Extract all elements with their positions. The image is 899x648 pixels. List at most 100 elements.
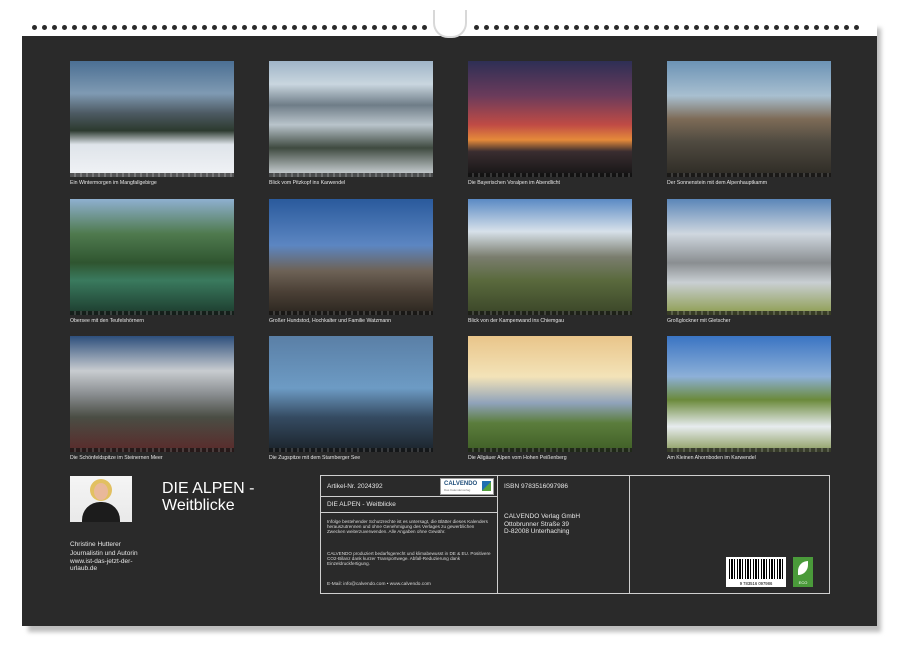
brand-name: CALVENDO (444, 481, 477, 487)
binding-hole (192, 25, 197, 30)
barcode: 9 783516 097986 (726, 557, 786, 587)
publisher-line: D-82008 Unterhaching (504, 528, 580, 536)
binding-hole (514, 25, 519, 30)
photo-tile[interactable]: Die Schönfeldspitze im Steinernen Meer (70, 336, 234, 461)
photo-image (70, 336, 234, 452)
binding-hole (744, 25, 749, 30)
calendar-back-sheet: Ein Wintermorgen im Mangfallgebirge Blic… (22, 20, 877, 626)
binding-hole (102, 25, 107, 30)
photo-caption: Ein Wintermorgen im Mangfallgebirge (70, 180, 234, 186)
binding-hole (212, 25, 217, 30)
photo-tile[interactable]: Der Sonnenstein mit dem Alpenhauptkamm (667, 61, 831, 186)
binding-hole (122, 25, 127, 30)
binding-hole (614, 25, 619, 30)
binding-hole (664, 25, 669, 30)
photo-tile[interactable]: Die Bayerischen Voralpen im Abendlicht (468, 61, 632, 186)
binding-hole (202, 25, 207, 30)
photo-caption: Obersee mit den Teufelshörnern (70, 318, 234, 324)
binding-hole (112, 25, 117, 30)
author-website[interactable]: www.ist-das-jetzt-der-urlaub.de (70, 558, 150, 572)
photo-tile[interactable]: Die Allgäuer Alpen vom Hohen Peißenberg (468, 336, 632, 461)
photo-caption: Die Allgäuer Alpen vom Hohen Peißenberg (468, 455, 632, 461)
binding-hole (624, 25, 629, 30)
binding-hole (82, 25, 87, 30)
author-role: Journalistin und Autorin (70, 550, 138, 557)
eco-badge: ECO (793, 557, 813, 587)
binding-hole (332, 25, 337, 30)
binding-hole (372, 25, 377, 30)
photo-tile[interactable]: Blick von der Kampenwand ins Chiemgau (468, 199, 632, 324)
photo-caption: Am Kleinen Ahornboden im Karwendel (667, 455, 831, 461)
contact-line[interactable]: E-Mail: info@calvendo.com • www.calvendo… (327, 582, 431, 587)
photo-caption: Blick vom Pitzkopf ins Karwendel (269, 180, 433, 186)
binding-hole (412, 25, 417, 30)
binding-hole (392, 25, 397, 30)
photo-caption: Blick von der Kampenwand ins Chiemgau (468, 318, 632, 324)
binding-hole (494, 25, 499, 30)
photo-image (468, 336, 632, 452)
barcode-icon (729, 559, 783, 579)
binding-hole (322, 25, 327, 30)
photo-tile[interactable]: Obersee mit den Teufelshörnern (70, 199, 234, 324)
binding-hole (724, 25, 729, 30)
photo-caption: Der Sonnenstein mit dem Alpenhauptkamm (667, 180, 831, 186)
binding-hole (754, 25, 759, 30)
binding-hole (554, 25, 559, 30)
barcode-number: 9 783516 097986 (728, 581, 784, 586)
binding-hole (32, 25, 37, 30)
photo-tile[interactable]: Ein Wintermorgen im Mangfallgebirge (70, 61, 234, 186)
binding-hole (534, 25, 539, 30)
photo-caption: Großglockner mit Gletscher (667, 318, 831, 324)
binding-hole (524, 25, 529, 30)
binding-hole (574, 25, 579, 30)
binding-hole (262, 25, 267, 30)
binding-hole (544, 25, 549, 30)
info-panel: Artikel-Nr. 2024392 CALVENDO Das Kalende… (320, 475, 830, 594)
photo-tile[interactable]: Am Kleinen Ahornboden im Karwendel (667, 336, 831, 461)
article-number: Artikel-Nr. 2024392 (327, 483, 383, 490)
legal-notice: Infolge bestehender Schutzrechte ist es … (327, 519, 493, 535)
binding-hole (72, 25, 77, 30)
photo-tile[interactable]: Blick vom Pitzkopf ins Karwendel (269, 61, 433, 186)
publisher-line: Ottobrunner Straße 39 (504, 521, 580, 529)
binding-hole (402, 25, 407, 30)
photo-image (667, 61, 831, 177)
binding-hole (362, 25, 367, 30)
binding-hole (854, 25, 859, 30)
binding-holes-right (474, 24, 859, 32)
binding-hole (474, 25, 479, 30)
binding-hole (162, 25, 167, 30)
binding-hole (282, 25, 287, 30)
photo-image (667, 336, 831, 452)
photo-tile[interactable]: Großglockner mit Gletscher (667, 199, 831, 324)
binding-hole (764, 25, 769, 30)
binding-hole (844, 25, 849, 30)
binding-hole (232, 25, 237, 30)
binding-hole (92, 25, 97, 30)
binding-hole (654, 25, 659, 30)
binding-hole (674, 25, 679, 30)
binding-hole (594, 25, 599, 30)
binding-hole (644, 25, 649, 30)
photo-image (468, 199, 632, 315)
info-column-publisher: ISBN 9783516097986 CALVENDO Verlag GmbH … (498, 476, 630, 593)
info-column-codes: 9 783516 097986 ECO (630, 476, 829, 593)
binding-hole (504, 25, 509, 30)
photo-tile[interactable]: Die Zugspitze mit dem Starnberger See (269, 336, 433, 461)
author-name: Christine Hutterer (70, 541, 121, 548)
photo-tile[interactable]: Großer Hundstod, Hochkalter und Familie … (269, 199, 433, 324)
binding-hole (714, 25, 719, 30)
binding-hole (142, 25, 147, 30)
leaf-icon (798, 561, 808, 575)
binding-hole (242, 25, 247, 30)
binding-hole (604, 25, 609, 30)
binding-hole (824, 25, 829, 30)
binding-hole (222, 25, 227, 30)
photo-image (269, 61, 433, 177)
author-portrait (70, 476, 132, 522)
binding-hole (734, 25, 739, 30)
photo-image (70, 199, 234, 315)
binding-hole (152, 25, 157, 30)
photo-image (269, 336, 433, 452)
binding-hole (132, 25, 137, 30)
